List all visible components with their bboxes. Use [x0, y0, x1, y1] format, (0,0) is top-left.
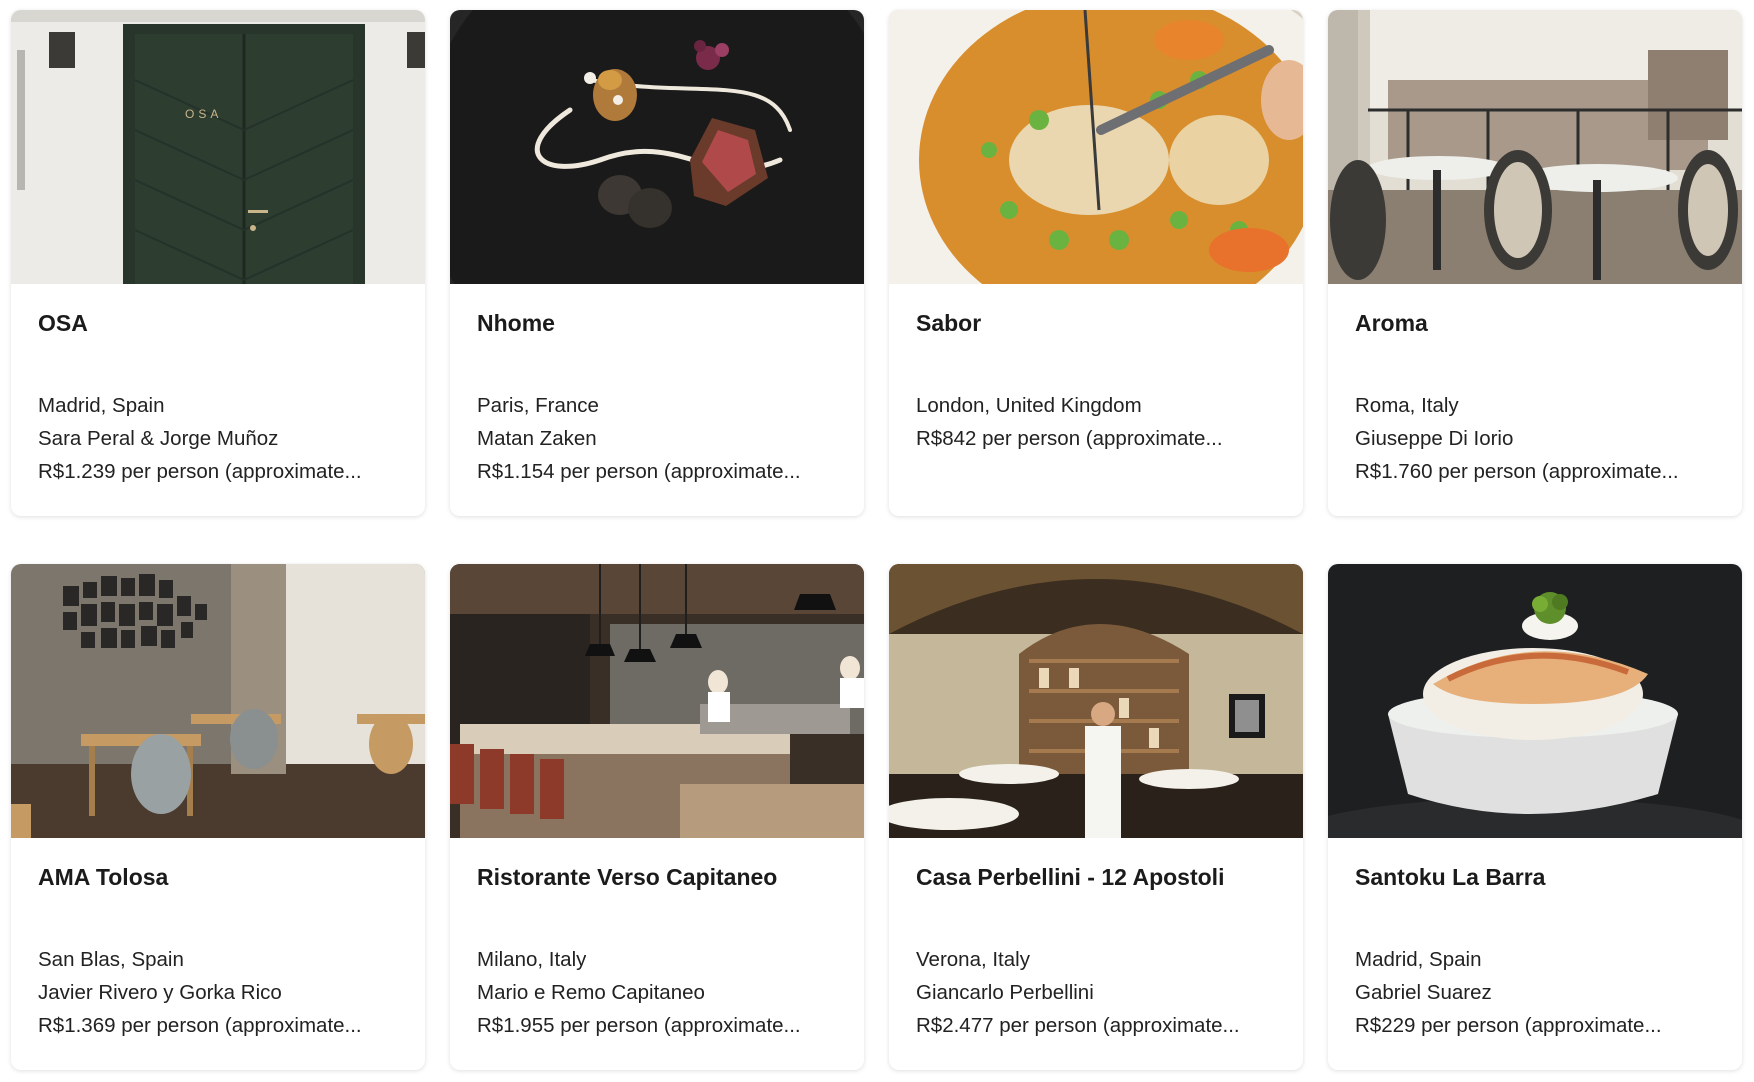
- restaurant-price: R$1.239 per person (approximate...: [38, 460, 362, 483]
- door-sign: OSA: [185, 107, 222, 121]
- rooftop-terrace-photo: [1328, 10, 1742, 284]
- restaurant-name: Ristorante Verso Capitaneo: [477, 864, 778, 890]
- restaurant-card-osa[interactable]: OSA OSA Madrid, Spain Sara Peral & Jorge…: [11, 10, 425, 516]
- restaurant-location: Verona, Italy: [916, 948, 1030, 971]
- restaurant-chef: Matan Zaken: [477, 427, 597, 450]
- restaurant-name: Nhome: [477, 310, 555, 336]
- plated-steak-photo: [450, 10, 864, 284]
- restaurant-chef: Giancarlo Perbellini: [916, 981, 1094, 1004]
- restaurant-card-sabor[interactable]: Sabor London, United Kingdom R$842 per p…: [889, 10, 1303, 516]
- restaurant-name: AMA Tolosa: [38, 864, 169, 890]
- restaurant-card-casa-perbellini[interactable]: Casa Perbellini - 12 Apostoli Verona, It…: [889, 564, 1303, 1070]
- restaurant-price: R$2.477 per person (approximate...: [916, 1014, 1240, 1037]
- restaurant-card-santoku-la-barra[interactable]: Santoku La Barra Madrid, Spain Gabriel S…: [1328, 564, 1742, 1070]
- restaurant-chef: Giuseppe Di Iorio: [1355, 427, 1514, 450]
- restaurant-name: Aroma: [1355, 310, 1428, 336]
- restaurant-price: R$1.369 per person (approximate...: [38, 1014, 362, 1037]
- restaurant-name: Sabor: [916, 310, 982, 336]
- restaurant-location: Madrid, Spain: [1355, 948, 1482, 971]
- restaurant-card-nhome[interactable]: Nhome Paris, France Matan Zaken R$1.154 …: [450, 10, 864, 516]
- stew-bowl-photo: [889, 10, 1303, 284]
- open-kitchen-photo: [450, 564, 864, 838]
- restaurant-price: R$1.760 per person (approximate...: [1355, 460, 1679, 483]
- restaurant-price: R$842 per person (approximate...: [916, 427, 1223, 450]
- restaurant-grid: OSA OSA Madrid, Spain Sara Peral & Jorge…: [0, 0, 1754, 1082]
- restaurant-card-aroma[interactable]: Aroma Roma, Italy Giuseppe Di Iorio R$1.…: [1328, 10, 1742, 516]
- restaurant-card-ama-tolosa[interactable]: AMA Tolosa San Blas, Spain Javier Rivero…: [11, 564, 425, 1070]
- restaurant-location: Madrid, Spain: [38, 394, 165, 417]
- restaurant-name: OSA: [38, 310, 88, 336]
- restaurant-location: London, United Kingdom: [916, 394, 1142, 417]
- sushi-bowl-photo: [1328, 564, 1742, 838]
- dining-room-photo: [11, 564, 425, 838]
- vaulted-hall-photo: [889, 564, 1303, 838]
- restaurant-chef: Sara Peral & Jorge Muñoz: [38, 427, 279, 450]
- restaurant-name: Santoku La Barra: [1355, 864, 1546, 890]
- restaurant-location: Milano, Italy: [477, 948, 587, 971]
- restaurant-price: R$229 per person (approximate...: [1355, 1014, 1662, 1037]
- restaurant-location: Roma, Italy: [1355, 394, 1459, 417]
- restaurant-price: R$1.955 per person (approximate...: [477, 1014, 801, 1037]
- restaurant-location: Paris, France: [477, 394, 599, 417]
- restaurant-name: Casa Perbellini - 12 Apostoli: [916, 864, 1225, 890]
- green-door-photo: OSA: [11, 10, 425, 284]
- restaurant-chef: Mario e Remo Capitaneo: [477, 981, 705, 1004]
- restaurant-card-verso-capitaneo[interactable]: Ristorante Verso Capitaneo Milano, Italy…: [450, 564, 864, 1070]
- restaurant-chef: Gabriel Suarez: [1355, 981, 1492, 1004]
- restaurant-chef: Javier Rivero y Gorka Rico: [38, 981, 282, 1004]
- restaurant-price: R$1.154 per person (approximate...: [477, 460, 801, 483]
- restaurant-location: San Blas, Spain: [38, 948, 184, 971]
